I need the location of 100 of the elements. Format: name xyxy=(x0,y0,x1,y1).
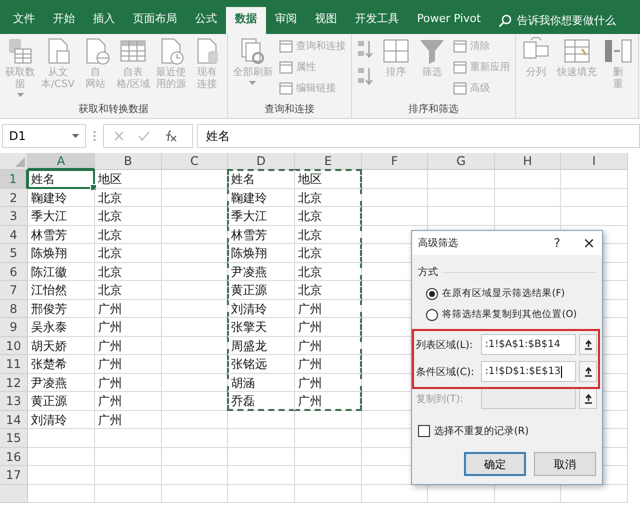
column-header[interactable]: A xyxy=(28,153,95,170)
table-cell: 北京 xyxy=(295,262,362,281)
row-header[interactable]: 4 xyxy=(0,226,28,244)
table-cell: 广州 xyxy=(295,300,362,318)
table-cell: 季大江 xyxy=(28,207,95,226)
row-header[interactable]: 12 xyxy=(0,374,28,392)
row-header[interactable]: 5 xyxy=(0,244,28,262)
row-header[interactable]: 7 xyxy=(0,281,28,300)
table-cell: 北京 xyxy=(295,244,362,262)
table-cell: 姓名 xyxy=(228,170,295,188)
table-cell: 季大江 xyxy=(228,207,295,226)
table-cell: 陈焕翔 xyxy=(28,244,95,262)
table-cell: 姓名 xyxy=(28,170,95,188)
table-cell: 黄正源 xyxy=(228,281,295,300)
table-cell: 尹凌燕 xyxy=(28,374,95,392)
group-label: 查询和连接 xyxy=(263,102,316,117)
table-cell: 黄正源 xyxy=(28,392,95,410)
ribbon-tab[interactable]: 开始 xyxy=(44,7,84,34)
row-header[interactable]: 1 xyxy=(0,170,28,188)
table-cell: 北京 xyxy=(95,188,162,207)
close-button[interactable]: × xyxy=(582,234,596,252)
column-header[interactable]: B xyxy=(95,153,162,170)
table-cell: 林雪芳 xyxy=(28,226,95,244)
ribbon-tab[interactable]: 文件 xyxy=(4,7,44,34)
row-header[interactable]: 14 xyxy=(0,410,28,429)
table-cell: 北京 xyxy=(295,281,362,300)
table-cell: 广州 xyxy=(95,355,162,374)
row-header[interactable]: 11 xyxy=(0,355,28,374)
table-cell: 北京 xyxy=(295,207,362,226)
row-header[interactable]: 3 xyxy=(0,207,28,226)
field-label: 复制到(T): xyxy=(416,392,464,406)
ribbon-tab[interactable]: 公式 xyxy=(186,7,226,34)
table-cell: 北京 xyxy=(295,188,362,207)
ribbon-tab[interactable]: 页面布局 xyxy=(124,7,186,34)
ribbon-tab[interactable]: 插入 xyxy=(84,7,124,34)
table-cell: 胡天娇 xyxy=(28,336,95,355)
formula-field[interactable]: 姓名 xyxy=(197,124,640,148)
group-label: 获取和转换数据 xyxy=(77,102,150,117)
table-cell: 北京 xyxy=(95,262,162,281)
table-cell: 广州 xyxy=(95,392,162,410)
table-cell: 刘清玲 xyxy=(228,300,295,318)
table-cell: 刘清玲 xyxy=(28,410,95,429)
ok-button[interactable]: 确定 xyxy=(464,452,526,476)
table-cell: 鞠建玲 xyxy=(28,188,95,207)
row-header[interactable]: 13 xyxy=(0,392,28,410)
ribbon-tab[interactable]: Power Pivot xyxy=(408,7,490,34)
column-header[interactable]: D xyxy=(228,153,295,170)
ribbon-tab[interactable]: 开发工具 xyxy=(346,7,408,34)
table-cell: 鞠建玲 xyxy=(228,188,295,207)
column-header[interactable]: I xyxy=(561,153,628,170)
row-header[interactable]: 6 xyxy=(0,262,28,281)
row-header[interactable]: 17 xyxy=(0,466,28,484)
range-field[interactable]: :1!$A$1:$B$14 xyxy=(481,334,576,355)
row-header[interactable]: 10 xyxy=(0,336,28,355)
table-cell: 广州 xyxy=(295,336,362,355)
column-header[interactable]: G xyxy=(428,153,495,170)
table-cell: 广州 xyxy=(95,374,162,392)
ribbon-tab[interactable]: 数据 xyxy=(226,7,266,34)
table-cell: 陈焕翔 xyxy=(228,244,295,262)
table-cell: 张擎天 xyxy=(228,318,295,336)
row-header[interactable]: 9 xyxy=(0,318,28,336)
table-cell: 胡涵 xyxy=(228,374,295,392)
dialog-title: 高级筛选 xyxy=(418,236,459,250)
table-cell: 张楚希 xyxy=(28,355,95,374)
range-field[interactable]: :1!$D$1:$E$13 xyxy=(481,361,576,382)
option-label: 将筛选结果复制到其他位置(O) xyxy=(442,308,577,321)
ribbon-tab[interactable]: 审阅 xyxy=(266,7,306,34)
field-label: 列表区域(L): xyxy=(416,338,474,352)
group-label: 排序和筛选 xyxy=(407,102,460,117)
table-cell: 广州 xyxy=(95,300,162,318)
ribbon-tab[interactable]: 视图 xyxy=(306,7,346,34)
tell-me-search[interactable]: 告诉我你想要做什么 xyxy=(516,13,616,28)
name-box[interactable]: D1 xyxy=(2,124,86,148)
row-header[interactable]: 8 xyxy=(0,300,28,318)
table-cell: 江怡然 xyxy=(28,281,95,300)
cancel-button[interactable]: 取消 xyxy=(534,452,596,476)
table-cell: 邢俊芳 xyxy=(28,300,95,318)
table-cell: 地区 xyxy=(95,170,162,188)
table-cell: 广州 xyxy=(95,318,162,336)
row-header[interactable]: 16 xyxy=(0,448,28,466)
table-cell: 广州 xyxy=(295,374,362,392)
table-cell: 张铭远 xyxy=(228,355,295,374)
field-label: 条件区域(C): xyxy=(416,366,476,378)
table-cell: 广州 xyxy=(295,318,362,336)
table-cell: 广州 xyxy=(95,410,162,429)
table-cell: 吴永泰 xyxy=(28,318,95,336)
table-cell: 周盛龙 xyxy=(228,336,295,355)
row-header[interactable]: 2 xyxy=(0,188,28,207)
column-header[interactable]: F xyxy=(362,153,428,170)
table-cell: 北京 xyxy=(95,226,162,244)
table-cell: 北京 xyxy=(95,281,162,300)
column-header[interactable]: E xyxy=(295,153,362,170)
table-cell: 乔磊 xyxy=(228,392,295,410)
column-header[interactable]: C xyxy=(162,153,228,170)
section-label: 方式 xyxy=(418,266,438,279)
help-button[interactable]: ? xyxy=(548,236,566,250)
table-cell: 广州 xyxy=(295,355,362,374)
table-cell: 林雪芳 xyxy=(228,226,295,244)
column-header[interactable]: H xyxy=(495,153,561,170)
row-header[interactable]: 15 xyxy=(0,429,28,448)
